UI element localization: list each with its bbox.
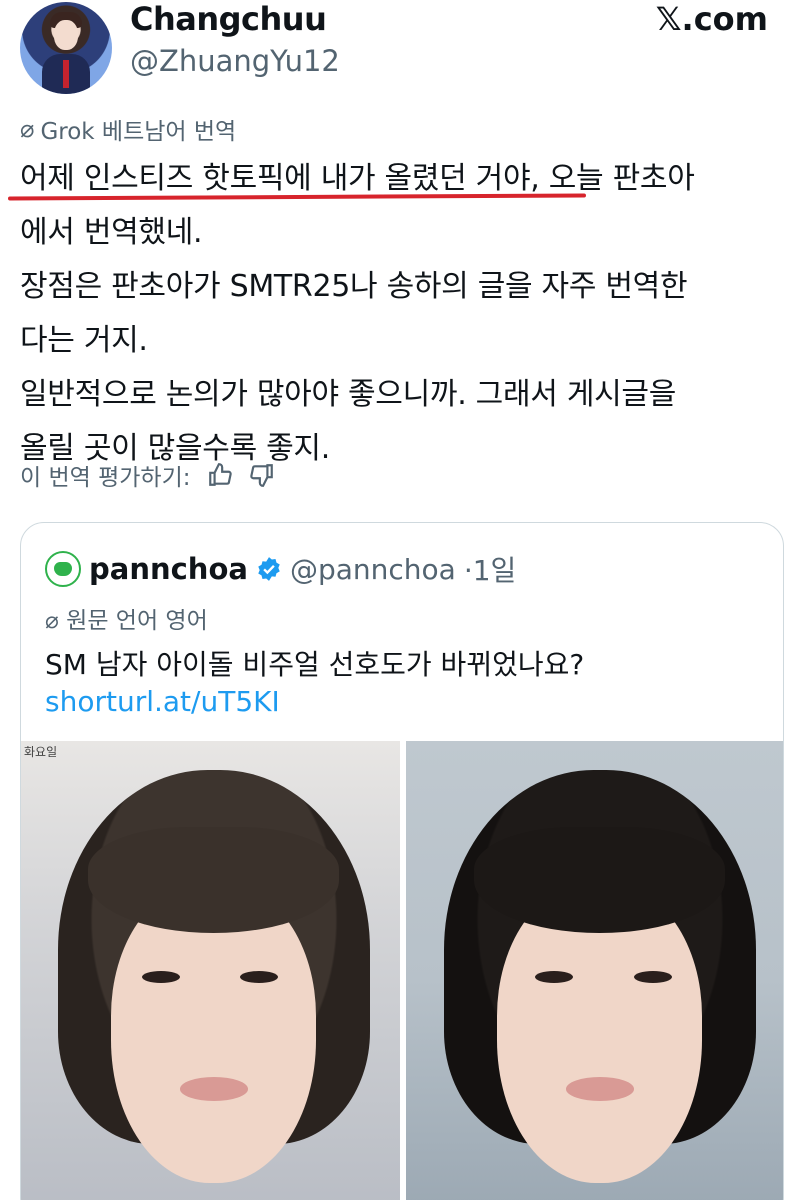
photo-lips [179,1077,248,1101]
tweet-line: 에서 번역했네. [20,215,203,250]
quote-photo-left[interactable]: 화요일 [21,741,400,1200]
quote-handle[interactable]: @pannchoa [290,553,456,586]
quote-photos: 화요일 [21,741,783,1200]
verified-badge-icon [258,557,280,581]
slash-icon: ⌀ [20,115,35,143]
avatar-face [54,20,78,50]
author-handle[interactable]: @ZhuangYu12 [130,44,340,78]
quote-text: SM 남자 아이돌 비주얼 선호도가 바뀌었나요? [45,648,585,681]
photo-bangs [88,827,340,933]
photo-bangs [474,827,726,933]
quote-avatar[interactable] [45,551,81,587]
original-language-label: ⌀ 원문 언어 영어 [45,601,208,635]
thumbs-up-icon[interactable] [207,462,233,488]
tweet-line: 다는 거지. [20,323,148,358]
avatar-tie [63,60,69,88]
author-name[interactable]: Changchuu [130,0,327,38]
quote-link[interactable]: shorturl.at/uT5KI [45,685,280,718]
tweet-text: 어제 인스티즈 핫토픽에 내가 올렸던 거야, 오늘 판초아 에서 번역했네. … [20,152,780,476]
translation-label-text: Grok 베트남어 번역 [40,119,237,145]
thumbs-down-icon[interactable] [249,462,275,488]
photo-label: 화요일 [24,745,58,759]
original-language-text: 원문 언어 영어 [66,608,208,634]
slash-icon: ⌀ [45,608,59,634]
tweet-header: Changchuu @ZhuangYu12 𝕏.com [0,0,800,100]
rate-translation: 이 번역 평가하기: [20,458,275,492]
quote-photo-right[interactable] [406,741,783,1200]
brand-label: 𝕏.com [655,0,768,38]
quote-time: ·1일 [463,554,517,587]
photo-lips [565,1077,634,1101]
quoted-tweet[interactable]: pannchoa @pannchoa ·1일 ⌀ 원문 언어 영어 SM 남자 … [20,522,784,1200]
rate-label: 이 번역 평가하기: [20,465,191,491]
quote-header: pannchoa @pannchoa ·1일 [45,549,516,589]
tweet-line: 장점은 판초아가 SMTR25나 송하의 글을 자주 번역한 [20,269,688,304]
translation-label: ⌀ Grok 베트남어 번역 [20,112,236,146]
author-avatar[interactable] [20,2,112,94]
tweet-line: 일반적으로 논의가 많아야 좋으니까. 그래서 게시글을 [20,377,677,412]
quote-author-name[interactable]: pannchoa [89,552,248,586]
